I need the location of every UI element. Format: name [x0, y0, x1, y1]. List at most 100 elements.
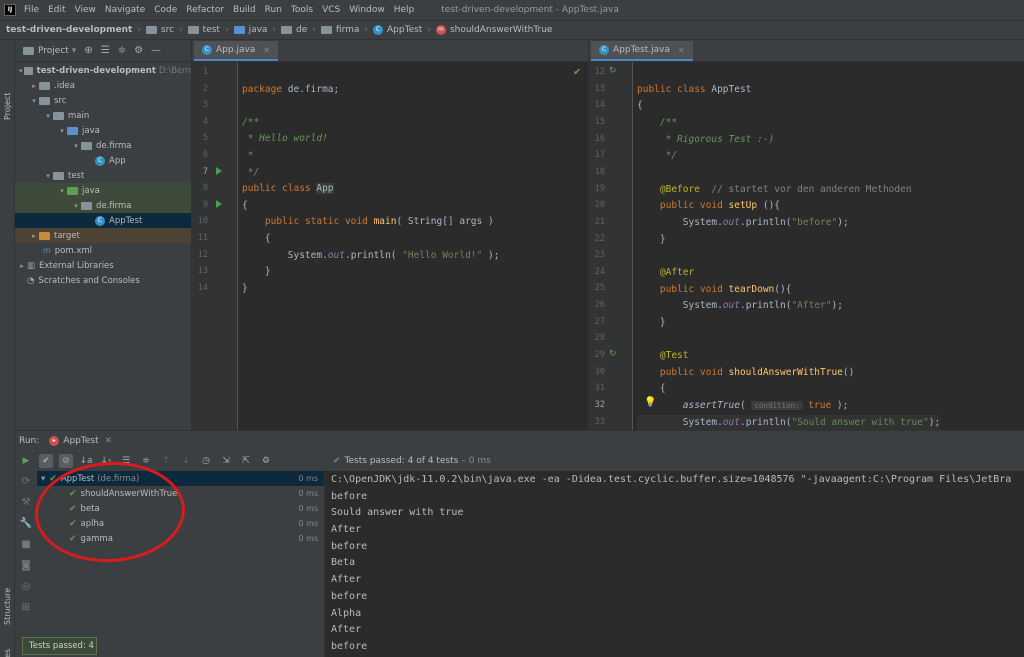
- tree-item-app[interactable]: C App: [15, 153, 191, 168]
- show-passed-icon[interactable]: ✔: [39, 454, 53, 468]
- rerun-failed-icon[interactable]: ⟳: [15, 471, 37, 492]
- breadcrumb-project[interactable]: test-driven-development: [6, 25, 132, 35]
- run-main-icon[interactable]: [216, 200, 222, 208]
- console[interactable]: ✔ Tests passed: 4 of 4 tests – 0 ms C:\O…: [325, 451, 1024, 657]
- code-line: }: [242, 281, 499, 298]
- tree-item-test-java[interactable]: ▾ java: [15, 183, 191, 198]
- tab-apptest-java[interactable]: C AppTest.java ✕: [591, 41, 693, 61]
- minimize-icon[interactable]: —: [151, 45, 161, 56]
- inspection-ok-icon[interactable]: ✔: [573, 67, 581, 78]
- menu-run[interactable]: Run: [265, 5, 282, 15]
- scratches-icon: ◔: [27, 275, 35, 286]
- tree-item-main-package[interactable]: ▾ de.firma: [15, 138, 191, 153]
- code-token: (): [842, 366, 855, 378]
- favorites-tool-button[interactable]: Favorites: [3, 649, 12, 657]
- chevron-down-icon[interactable]: ▾: [72, 46, 77, 56]
- chevron-down-icon[interactable]: ▾: [43, 112, 53, 120]
- structure-tool-button[interactable]: Structure: [3, 588, 12, 625]
- run-config-tab[interactable]: AppTest: [63, 436, 98, 446]
- breadcrumb-src[interactable]: src: [161, 25, 174, 35]
- menu-build[interactable]: Build: [233, 5, 256, 15]
- locate-icon[interactable]: ⊕: [84, 45, 92, 56]
- camera-icon[interactable]: ◙: [15, 555, 37, 576]
- chevron-down-icon[interactable]: ▾: [29, 97, 39, 105]
- tree-item-external-libraries[interactable]: ▸ ▥ External Libraries: [15, 258, 191, 273]
- project-tool-button[interactable]: Project: [3, 93, 12, 120]
- chevron-right-icon[interactable]: ▸: [29, 232, 39, 240]
- chevron-down-icon[interactable]: ▾: [57, 127, 67, 135]
- collapse-all-icon[interactable]: ≑: [118, 45, 126, 56]
- tree-item-project-root[interactable]: ▾ test-driven-development D:\Bern: [15, 63, 191, 78]
- gear-icon[interactable]: ⚙: [259, 454, 273, 468]
- tree-item-src[interactable]: ▾ src: [15, 93, 191, 108]
- show-ignored-icon[interactable]: ⊘: [59, 454, 73, 468]
- history-icon[interactable]: ◷: [199, 454, 213, 468]
- chevron-down-icon[interactable]: ▾: [71, 202, 81, 210]
- rerun-icon[interactable]: ▶: [19, 454, 33, 468]
- breadcrumb-java[interactable]: java: [249, 25, 268, 35]
- tree-item-main[interactable]: ▾ main: [15, 108, 191, 123]
- project-view-selector[interactable]: Project: [38, 46, 69, 56]
- chevron-down-icon[interactable]: ▾: [71, 142, 81, 150]
- expand-all-icon[interactable]: ☰: [101, 45, 110, 56]
- tree-item-apptest[interactable]: C AppTest: [15, 213, 191, 228]
- menu-edit[interactable]: Edit: [48, 5, 65, 15]
- chevron-down-icon[interactable]: ▾: [43, 172, 53, 180]
- close-icon[interactable]: ✕: [263, 46, 270, 55]
- close-icon[interactable]: ✕: [678, 46, 685, 55]
- settings-icon[interactable]: ◎: [15, 576, 37, 597]
- breadcrumb-firma[interactable]: firma: [336, 25, 360, 35]
- run-tests-icon[interactable]: ↻: [609, 66, 617, 76]
- run-class-icon[interactable]: [216, 167, 222, 175]
- chevron-down-icon[interactable]: ▾: [17, 67, 24, 75]
- gear-icon[interactable]: ⚙: [134, 45, 143, 56]
- breadcrumb-separator: ›: [272, 25, 277, 35]
- tree-item-target[interactable]: ▸ target: [15, 228, 191, 243]
- code-token: setUp: [728, 200, 758, 212]
- folder-icon: [53, 111, 64, 120]
- menu-code[interactable]: Code: [154, 5, 177, 15]
- wrench-icon[interactable]: 🔧: [15, 513, 37, 534]
- stop-icon[interactable]: ■: [15, 534, 37, 555]
- debug-icon[interactable]: ⚒: [15, 492, 37, 513]
- editor-app-java[interactable]: C App.java ✕ 1 2 3 4 5 6 7 8 9 10 11 12 13 14 ✔ package…: [192, 40, 589, 430]
- menu-window[interactable]: Window: [349, 5, 385, 15]
- chevron-down-icon[interactable]: ▾: [57, 187, 67, 195]
- code-area[interactable]: package de.firma; /** * Hello world! * *…: [242, 65, 499, 297]
- arrow-up-icon[interactable]: ↑: [159, 454, 173, 468]
- chevron-right-icon[interactable]: ▸: [17, 262, 27, 270]
- menu-help[interactable]: Help: [394, 5, 415, 15]
- tree-item-idea[interactable]: ▸ .idea: [15, 78, 191, 93]
- menu-tools[interactable]: Tools: [291, 5, 313, 15]
- breadcrumb-de[interactable]: de: [296, 25, 307, 35]
- tree-item-label: test-driven-development: [36, 65, 156, 76]
- tree-item-scratches[interactable]: ◔ Scratches and Consoles: [15, 273, 191, 288]
- tree-item-label: de.firma: [96, 200, 132, 211]
- window-title: test-driven-development - AppTest.java: [441, 5, 619, 15]
- import-icon[interactable]: ⇱: [239, 454, 253, 468]
- close-icon[interactable]: ✕: [105, 436, 113, 446]
- breadcrumb-method[interactable]: shouldAnswerWithTrue: [450, 25, 553, 35]
- export-icon[interactable]: ⇲: [219, 454, 233, 468]
- menu-file[interactable]: File: [24, 5, 39, 15]
- menu-navigate[interactable]: Navigate: [105, 5, 145, 15]
- breadcrumb-apptest[interactable]: AppTest: [387, 25, 422, 35]
- tree-item-label: .idea: [54, 80, 75, 91]
- tree-item-pom[interactable]: m pom.xml: [15, 243, 191, 258]
- breadcrumb-test[interactable]: test: [203, 25, 220, 35]
- tab-app-java[interactable]: C App.java ✕: [194, 41, 279, 61]
- pin-icon[interactable]: ⊞: [15, 597, 37, 618]
- arrow-down-icon[interactable]: ↓: [179, 454, 193, 468]
- menu-refactor[interactable]: Refactor: [186, 5, 224, 15]
- code-area[interactable]: public class AppTest{ /** * Rigorous Tes…: [637, 65, 941, 448]
- chevron-right-icon[interactable]: ▸: [29, 82, 39, 90]
- tree-item-main-java[interactable]: ▾ java: [15, 123, 191, 138]
- tree-item-test-package[interactable]: ▾ de.firma: [15, 198, 191, 213]
- menu-vcs[interactable]: VCS: [322, 5, 340, 15]
- tree-item-test[interactable]: ▾ test: [15, 168, 191, 183]
- tests-passed-badge[interactable]: Tests passed: 4: [22, 637, 97, 655]
- run-test-icon[interactable]: ↻: [609, 349, 617, 359]
- chevron-down-icon[interactable]: ▾: [41, 474, 45, 484]
- menu-view[interactable]: View: [75, 5, 96, 15]
- editor-apptest-java[interactable]: C AppTest.java ✕ 12 13 14 15 16 17 18 19 20 21 22 23 2…: [589, 40, 1024, 444]
